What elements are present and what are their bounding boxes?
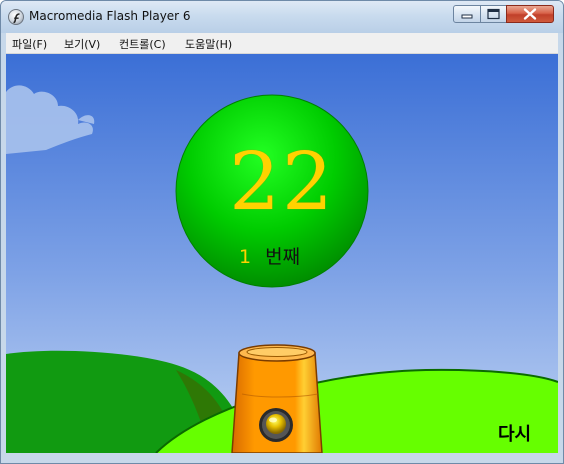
minimize-icon: [461, 14, 473, 19]
flash-stage[interactable]: 22 1 번째 다시: [6, 54, 558, 453]
menu-bar: 파일(F) 보기(V) 컨트롤(C) 도움말(H): [6, 33, 558, 54]
close-button[interactable]: [506, 5, 554, 23]
minimize-button[interactable]: [453, 5, 481, 23]
menu-help[interactable]: 도움말(H): [185, 36, 232, 52]
turn-indicator: 1 번째: [239, 248, 300, 267]
turn-label: 번째: [265, 246, 301, 268]
fire-button[interactable]: [258, 407, 294, 443]
flash-player-window: Macromedia Flash Player 6 파일(F) 보기(V) 컨트…: [0, 0, 564, 464]
retry-button[interactable]: 다시: [498, 420, 531, 446]
menu-control[interactable]: 컨트롤(C): [119, 36, 166, 52]
menu-view[interactable]: 보기(V): [64, 36, 100, 52]
ball-number: 22: [229, 135, 335, 228]
title-bar[interactable]: Macromedia Flash Player 6: [1, 1, 563, 33]
menu-file[interactable]: 파일(F): [12, 36, 47, 52]
turn-number: 1: [239, 246, 252, 268]
flash-icon[interactable]: [8, 9, 24, 25]
maximize-icon: [487, 8, 500, 20]
close-icon: [523, 8, 537, 20]
maximize-button[interactable]: [480, 5, 507, 23]
fire-button-icon: [259, 408, 293, 442]
window-title: Macromedia Flash Player 6: [29, 9, 191, 23]
